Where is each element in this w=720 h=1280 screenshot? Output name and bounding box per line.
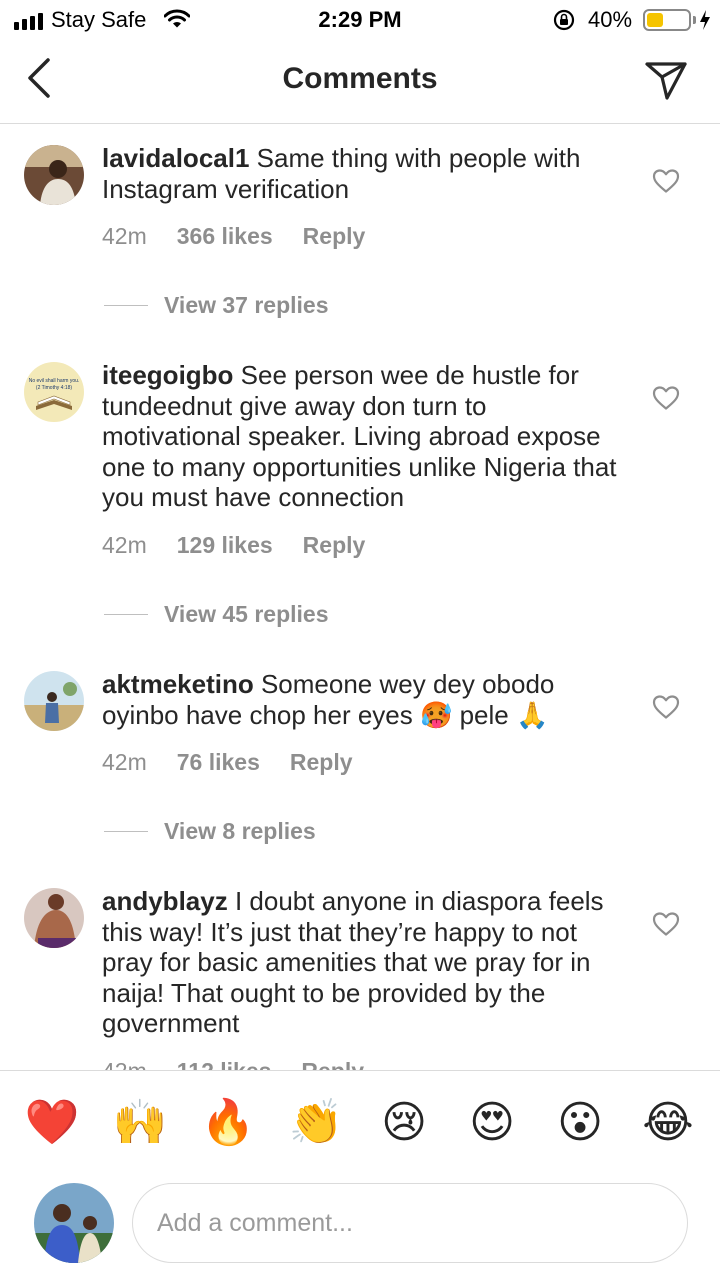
- emoji-heart[interactable]: ❤️: [24, 1095, 80, 1151]
- emoji-heart-eyes[interactable]: 😍: [464, 1095, 520, 1151]
- heart-icon: [652, 169, 680, 193]
- orientation-lock-icon: [552, 8, 576, 37]
- comment-meta: 42m 129 likes Reply: [102, 532, 395, 559]
- like-button[interactable]: [652, 385, 680, 411]
- comment-username[interactable]: lavidalocal1: [102, 143, 249, 173]
- emoji-bar: ❤️ 🙌 🔥 👏 😢 😍 😮 😂: [0, 1070, 720, 1174]
- header: Comments: [0, 40, 720, 124]
- comment-time: 42m: [102, 1058, 147, 1070]
- divider-line: [104, 831, 148, 832]
- like-button[interactable]: [652, 694, 680, 720]
- comment-time: 42m: [102, 749, 147, 775]
- comment-text: aktmeketino Someone wey dey obodo oyinbo…: [102, 669, 632, 730]
- paper-plane-icon: [645, 62, 687, 100]
- like-button[interactable]: [652, 168, 680, 194]
- comments-list[interactable]: lavidalocal1 Same thing with people with…: [0, 125, 720, 1070]
- emoji-laughing[interactable]: 😂: [640, 1095, 696, 1151]
- battery-percent: 40%: [588, 7, 633, 32]
- battery-level: [647, 13, 663, 27]
- battery-icon: [643, 9, 691, 31]
- heart-icon: [652, 912, 680, 936]
- comment-meta: 42m 112 likes Reply: [102, 1058, 394, 1070]
- svg-text:No evil shall harm you.: No evil shall harm you.: [29, 378, 80, 384]
- status-bar: Stay Safe 2:29 PM 40%: [0, 0, 720, 40]
- reply-button[interactable]: Reply: [303, 532, 366, 558]
- comment-text: iteegoigbo See person wee de hustle for …: [102, 360, 632, 513]
- like-button[interactable]: [652, 911, 680, 937]
- view-replies-label: View 37 replies: [164, 292, 329, 318]
- comment-text: lavidalocal1 Same thing with people with…: [102, 143, 632, 204]
- view-replies-button[interactable]: View 45 replies: [104, 601, 329, 628]
- reply-button[interactable]: Reply: [301, 1058, 364, 1070]
- view-replies-label: View 8 replies: [164, 818, 316, 844]
- emoji-fire[interactable]: 🔥: [200, 1095, 256, 1151]
- avatar[interactable]: [24, 671, 84, 731]
- emoji-raised-hands[interactable]: 🙌: [112, 1095, 168, 1151]
- comment-likes[interactable]: 76 likes: [177, 749, 260, 775]
- charging-icon: [699, 9, 711, 36]
- avatar[interactable]: No evil shall harm you. (2 Timothy 4:18): [24, 362, 84, 422]
- share-button[interactable]: [642, 56, 690, 104]
- avatar[interactable]: [24, 145, 84, 205]
- heart-icon: [652, 386, 680, 410]
- divider-line: [104, 305, 148, 306]
- reply-button[interactable]: Reply: [290, 749, 353, 775]
- comment-meta: 42m 366 likes Reply: [102, 223, 395, 250]
- comment-username[interactable]: aktmeketino: [102, 669, 254, 699]
- comment-time: 42m: [102, 532, 147, 558]
- view-replies-button[interactable]: View 37 replies: [104, 292, 329, 319]
- page-title: Comments: [282, 62, 438, 95]
- view-replies-button[interactable]: View 8 replies: [104, 818, 316, 845]
- current-user-avatar: [34, 1183, 114, 1263]
- emoji-crying[interactable]: 😢: [376, 1095, 432, 1151]
- comment-time: 42m: [102, 223, 147, 249]
- emoji-surprised[interactable]: 😮: [552, 1095, 608, 1151]
- heart-icon: [652, 695, 680, 719]
- comment-username[interactable]: iteegoigbo: [102, 360, 233, 390]
- divider-line: [104, 614, 148, 615]
- reply-button[interactable]: Reply: [303, 223, 366, 249]
- comment-username[interactable]: andyblayz: [102, 886, 228, 916]
- emoji-clapping[interactable]: 👏: [288, 1095, 344, 1151]
- svg-text:(2 Timothy 4:18): (2 Timothy 4:18): [36, 385, 72, 391]
- battery-cap: [693, 16, 696, 24]
- comment-likes[interactable]: 129 likes: [177, 532, 273, 558]
- comment-likes[interactable]: 112 likes: [177, 1058, 272, 1070]
- avatar[interactable]: [24, 888, 84, 948]
- comment-input[interactable]: [132, 1183, 688, 1263]
- comment-likes[interactable]: 366 likes: [177, 223, 273, 249]
- view-replies-label: View 45 replies: [164, 601, 329, 627]
- comment-text: andyblayz I doubt anyone in diaspora fee…: [102, 886, 632, 1039]
- comment-meta: 42m 76 likes Reply: [102, 749, 383, 776]
